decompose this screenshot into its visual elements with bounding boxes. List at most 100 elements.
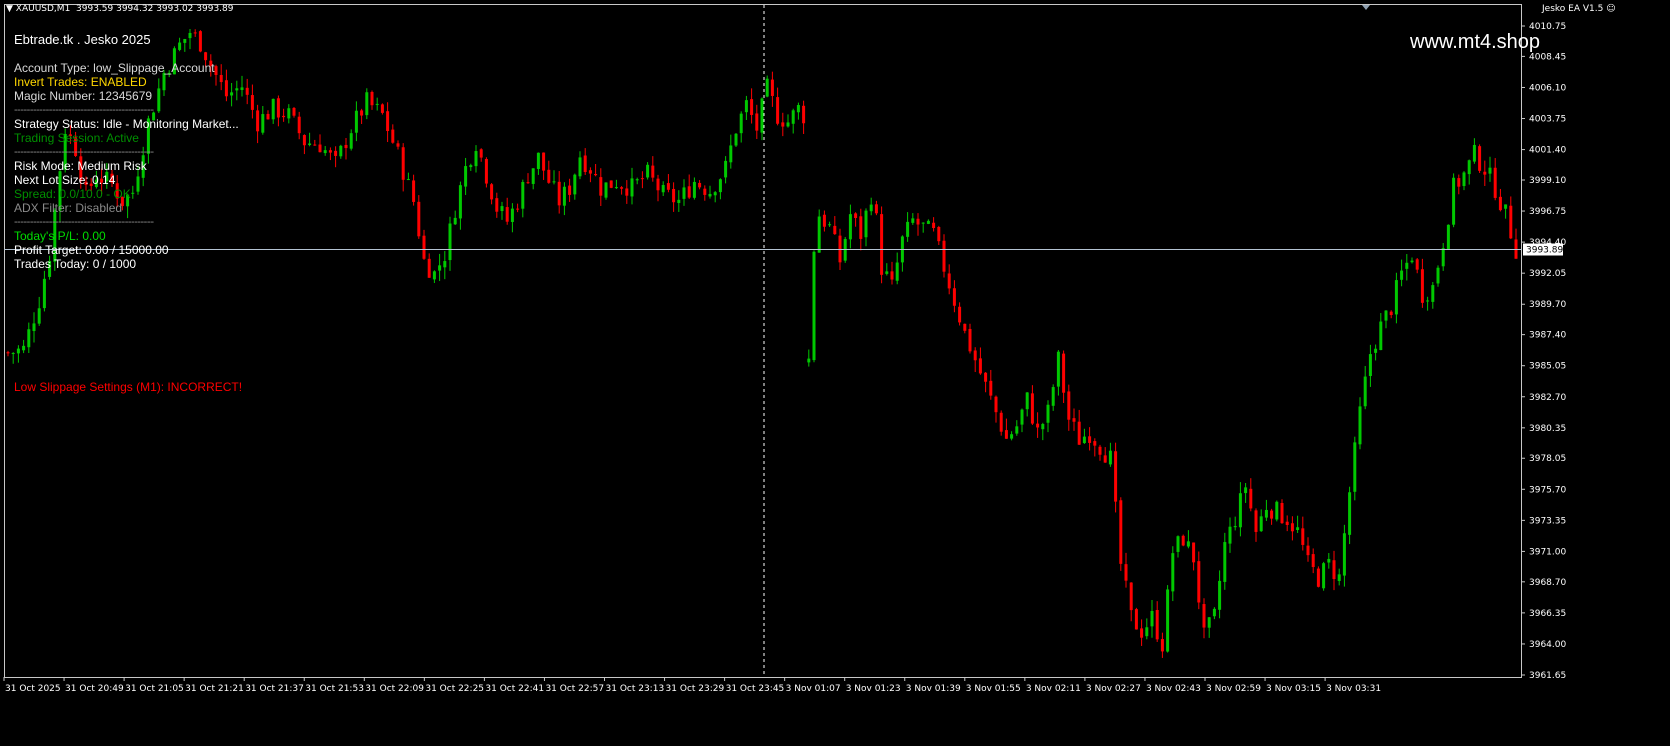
candle [1244, 483, 1248, 503]
candle [796, 102, 800, 120]
candle [916, 213, 920, 236]
smiley-icon[interactable]: ☺ [1606, 4, 1615, 14]
candle [297, 111, 301, 140]
candle [1192, 542, 1196, 571]
candle [224, 69, 228, 102]
x-tick-label: 31 Oct 23:29 [666, 684, 725, 694]
candle [510, 203, 514, 233]
candle [490, 183, 494, 205]
candle [1254, 508, 1258, 542]
candle [921, 222, 925, 233]
candle [1072, 408, 1076, 431]
candle [724, 156, 728, 184]
y-tick-label: 3982.70 [1529, 393, 1566, 403]
candle [734, 132, 738, 148]
candle [1082, 428, 1086, 444]
candle [1498, 188, 1502, 212]
watermark-text: www.mt4.shop [1410, 31, 1541, 53]
candle [1264, 499, 1268, 521]
candle [859, 208, 863, 251]
candle [406, 172, 410, 181]
candle [328, 147, 332, 161]
candle [1270, 508, 1274, 525]
candle [521, 179, 525, 218]
candle [235, 80, 239, 101]
candle [323, 146, 327, 156]
candle [1311, 548, 1315, 574]
chevron-down-icon[interactable]: ▼ [6, 4, 13, 14]
candle [1108, 442, 1112, 467]
candle [318, 134, 322, 153]
y-tick-label: 3961.65 [1529, 671, 1566, 681]
candle [604, 182, 608, 200]
candle [755, 104, 759, 140]
candle [895, 252, 899, 285]
candle [526, 173, 530, 184]
candle [1275, 500, 1279, 522]
candle [781, 112, 785, 137]
candlestick-chart[interactable]: 4010.754008.454006.104003.754001.403999.… [0, 0, 1670, 746]
candle [1462, 171, 1466, 191]
candle [713, 191, 717, 203]
y-tick-label: 3999.10 [1529, 176, 1566, 186]
candle [1134, 607, 1138, 630]
candle [791, 108, 795, 134]
candle [552, 170, 556, 185]
candle [1410, 257, 1414, 264]
candle [1379, 313, 1383, 351]
separator: ----------------------------------------… [14, 104, 154, 116]
candle [1306, 537, 1310, 562]
candle [1337, 568, 1341, 586]
candle [1114, 442, 1118, 513]
strategy-status: Strategy Status: Idle - Monitoring Marke… [14, 117, 239, 131]
candle [386, 102, 390, 143]
candle [1420, 258, 1424, 308]
ea-label[interactable]: Jesko EA V1.5 ☺ [1542, 4, 1616, 14]
candle [1056, 350, 1060, 396]
candle [1384, 310, 1388, 329]
todays-pl: Today's P/L: 0.00 [14, 229, 106, 243]
candle [625, 180, 629, 204]
candle [802, 100, 806, 134]
current-price-tag: 3993.89 [1523, 243, 1563, 256]
candle [302, 134, 306, 155]
candle [1394, 272, 1398, 324]
chart-window[interactable]: 4010.75 4008.45 4006.10 4003.75 4001.40 3999.… [0, 0, 1670, 746]
x-tick-label: 3 Nov 03:31 [1326, 684, 1381, 694]
candle [760, 97, 764, 141]
candle [1004, 418, 1008, 439]
x-tick-label: 31 Oct 21:37 [245, 684, 304, 694]
candle [42, 270, 46, 312]
y-tick-label: 4003.75 [1529, 115, 1566, 125]
candle [542, 152, 546, 180]
candle [453, 210, 457, 226]
candle [458, 181, 462, 230]
candle [817, 209, 821, 253]
x-tick-label: 31 Oct 21:21 [185, 684, 244, 694]
price-axis: 4010.754008.454006.104003.754001.403999.… [1521, 22, 1566, 681]
candle [1348, 486, 1352, 545]
separator: ----------------------------------------… [14, 146, 154, 158]
candle [157, 78, 161, 113]
x-tick-label: 3 Nov 02:43 [1146, 684, 1201, 694]
candle [1467, 159, 1471, 185]
chart-shift-marker[interactable] [1362, 5, 1370, 10]
candle [583, 148, 587, 175]
x-tick-label: 3 Nov 01:23 [846, 684, 901, 694]
candle [1327, 553, 1331, 569]
candle [828, 221, 832, 227]
candle [344, 137, 348, 160]
candle [744, 95, 748, 120]
x-tick-label: 3 Nov 01:07 [786, 684, 841, 694]
candle [1478, 144, 1482, 173]
candle [448, 216, 452, 271]
candle [505, 197, 509, 225]
x-tick-label: 31 Oct 23:45 [726, 684, 785, 694]
candle [188, 28, 192, 50]
candle [349, 129, 353, 151]
x-tick-label: 31 Oct 22:09 [365, 684, 424, 694]
candle [271, 98, 275, 124]
candle [1036, 412, 1040, 438]
candle [952, 280, 956, 313]
candle [640, 171, 644, 189]
